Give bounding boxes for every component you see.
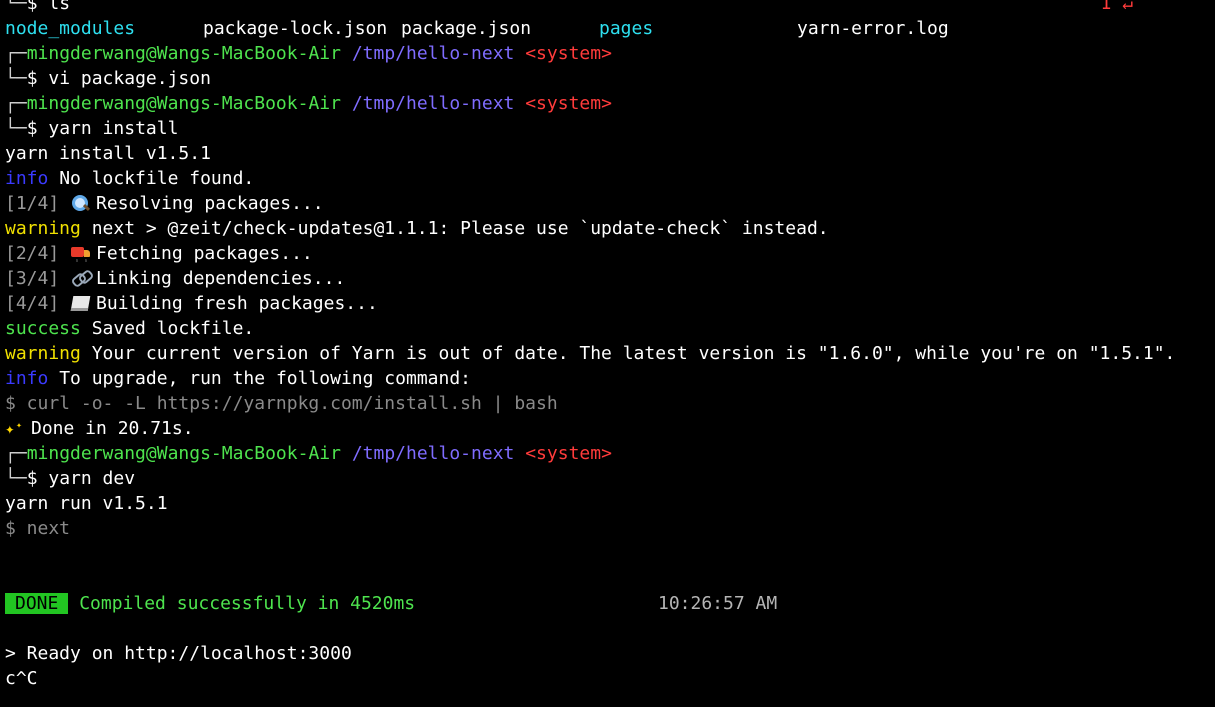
- ls-file-yarn-error: yarn-error.log: [797, 18, 949, 39]
- ls-output-line: node_modules package-lock.json package.jso…: [5, 16, 1215, 41]
- output-line: [3/4] Linking dependencies...: [5, 266, 1215, 291]
- delivery-truck-icon: [70, 244, 92, 262]
- compile-message: Compiled successfully in 4520ms: [79, 593, 416, 614]
- sparkles-icon: [5, 413, 27, 441]
- step-tag: [1/4]: [5, 193, 60, 214]
- prompt-user-host: mingderwang@Wangs-MacBook-Air: [26, 93, 341, 114]
- output-line: [4/4] Building fresh packages...: [5, 291, 1215, 316]
- compile-timestamp: 10:26:57 AM: [658, 593, 778, 614]
- step-tag: [3/4]: [5, 268, 60, 289]
- output-text: Your current version of Yarn is out of d…: [91, 343, 1176, 364]
- output-line: yarn install v1.5.1: [5, 143, 211, 164]
- command-text: yarn install: [48, 118, 179, 139]
- page-icon: [70, 294, 92, 312]
- ls-file-package-json: package.json: [401, 18, 532, 39]
- compile-status-line: DONE Compiled successfully in 4520ms 10:2…: [5, 591, 1215, 616]
- prompt-env: <system>: [525, 43, 612, 64]
- prompt-corner-top: ┌─: [5, 43, 27, 64]
- output-line: [2/4] Fetching packages...: [5, 241, 1215, 266]
- command-text: ls: [48, 0, 71, 14]
- prompt-line-ls: └─$ ls 1 ↵: [5, 0, 1215, 16]
- prompt-dollar: $: [26, 68, 38, 89]
- prompt-dollar: $: [26, 118, 38, 139]
- prompt-env: <system>: [525, 93, 612, 114]
- ls-dir-pages: pages: [599, 18, 654, 39]
- info-label: info: [5, 368, 49, 389]
- output-text: next > @zeit/check-updates@1.1.1: Please…: [91, 218, 829, 239]
- warning-label: warning: [5, 343, 81, 364]
- output-line: [1/4] Resolving packages...: [5, 191, 1215, 216]
- output-line: success Saved lockfile.: [5, 316, 1215, 341]
- prompt-corner-top: ┌─: [5, 93, 27, 114]
- output-text: Resolving packages...: [96, 193, 324, 214]
- terminal-window[interactable]: └─$ ls 1 ↵ node_modules package-lock.json p…: [0, 0, 1215, 707]
- output-line: yarn run v1.5.1: [5, 493, 168, 514]
- command-text: vi package.json: [48, 68, 211, 89]
- prompt-line-yarn-install: └─$ yarn install: [5, 116, 1215, 141]
- prompt-line-yarn-dev: └─$ yarn dev: [5, 466, 1215, 491]
- prompt-corner-bottom: └─: [5, 0, 27, 14]
- warning-label: warning: [5, 218, 81, 239]
- output-line: c^C: [5, 668, 38, 689]
- output-text: Building fresh packages...: [96, 293, 378, 314]
- prompt-line-vi: └─$ vi package.json: [5, 66, 1215, 91]
- prompt-path: /tmp/hello-next: [351, 443, 515, 464]
- info-label: info: [5, 168, 49, 189]
- prompt-path: /tmp/hello-next: [351, 93, 515, 114]
- output-line: info To upgrade, run the following comma…: [5, 366, 1215, 391]
- success-label: success: [5, 318, 81, 339]
- ls-file-package-lock: package-lock.json: [203, 18, 388, 39]
- output-text: To upgrade, run the following command:: [59, 368, 472, 389]
- output-text: Fetching packages...: [96, 243, 313, 264]
- step-tag: [4/4]: [5, 293, 60, 314]
- done-badge: DONE: [5, 593, 69, 614]
- prompt-header: ┌─mingderwang@Wangs-MacBook-Air /tmp/hel…: [5, 91, 1215, 116]
- prompt-corner-top: ┌─: [5, 443, 27, 464]
- link-icon: [70, 269, 92, 287]
- prompt-corner-bottom: └─: [5, 118, 27, 139]
- output-line: $ next: [5, 518, 71, 539]
- output-line: > Ready on http://localhost:3000: [5, 643, 352, 664]
- output-line: $ curl -o- -L https://yarnpkg.com/instal…: [5, 393, 558, 414]
- prompt-header: ┌─mingderwang@Wangs-MacBook-Air /tmp/hel…: [5, 441, 1215, 466]
- prompt-dollar: $: [26, 468, 38, 489]
- output-text: Saved lockfile.: [91, 318, 255, 339]
- command-text: yarn dev: [48, 468, 136, 489]
- prompt-user-host: mingderwang@Wangs-MacBook-Air: [26, 443, 341, 464]
- ls-dir-node-modules: node_modules: [5, 18, 136, 39]
- step-tag: [2/4]: [5, 243, 60, 264]
- exit-status: 1 ↵: [1100, 0, 1133, 14]
- magnifying-glass-icon: [70, 194, 92, 212]
- output-line: info No lockfile found.: [5, 166, 1215, 191]
- output-line: warning next > @zeit/check-updates@1.1.1…: [5, 216, 1215, 241]
- output-line: warning Your current version of Yarn is …: [5, 341, 1215, 366]
- prompt-corner-bottom: └─: [5, 468, 27, 489]
- prompt-path: /tmp/hello-next: [351, 43, 515, 64]
- prompt-dollar: $: [26, 0, 38, 14]
- prompt-env: <system>: [525, 443, 612, 464]
- prompt-header: ┌─mingderwang@Wangs-MacBook-Air /tmp/hel…: [5, 41, 1215, 66]
- output-text: No lockfile found.: [59, 168, 255, 189]
- output-text: Done in 20.71s.: [31, 418, 194, 439]
- prompt-user-host: mingderwang@Wangs-MacBook-Air: [26, 43, 341, 64]
- prompt-corner-bottom: └─: [5, 68, 27, 89]
- output-line: Done in 20.71s.: [5, 413, 1215, 441]
- output-text: Linking dependencies...: [96, 268, 346, 289]
